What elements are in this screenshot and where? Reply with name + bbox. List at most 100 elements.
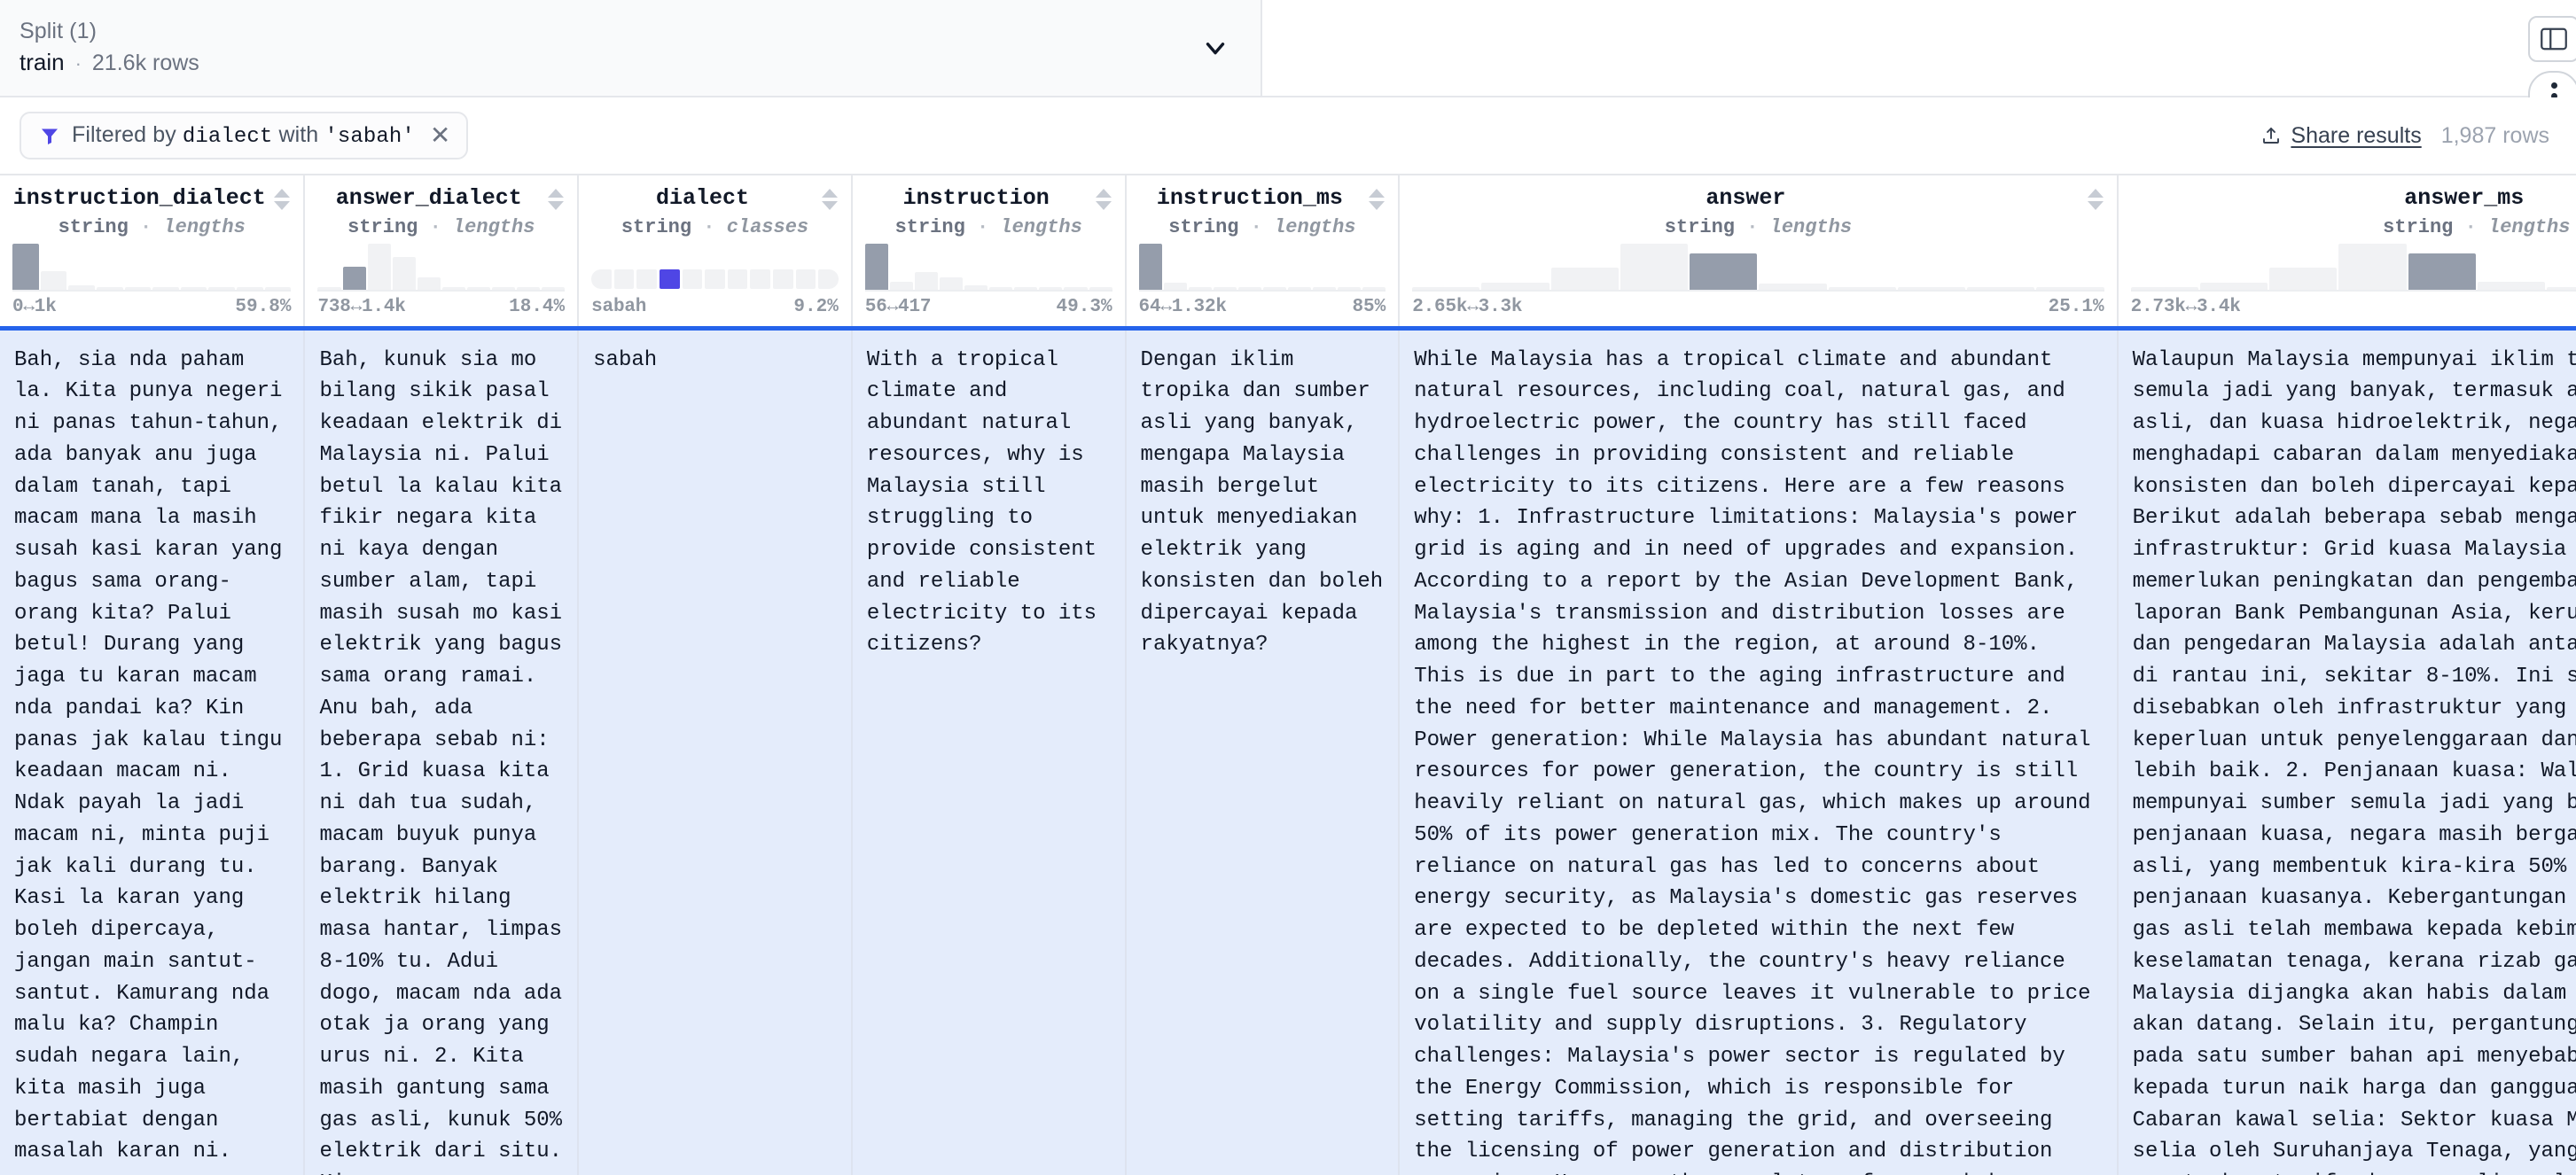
histogram-bar [1550,267,1619,290]
histogram-bar [208,286,236,290]
histogram-bar [1313,286,1337,290]
column-type: string · classes [621,216,809,238]
panel-toggle-icon[interactable] [2528,16,2576,62]
histogram-bar [40,270,67,290]
sort-toggle-icon[interactable] [1095,186,1112,213]
filter-field: dialect [182,125,273,149]
column-stat-footer: 64↔1.32k 85% [1139,297,1386,317]
histogram-bar [864,243,888,290]
column-header-instruction[interactable]: instruction string · lengths 56↔417 49.3% [851,175,1127,330]
column-stat-pct: 85% [1352,296,1386,317]
split-separator: · [74,52,82,75]
column-header-top: answer_dialect [317,186,565,213]
histogram-bar [1237,286,1261,290]
histogram-bar [1481,282,1550,290]
cell-dialect[interactable]: sabah [578,325,853,1175]
column-type: string · lengths [347,216,535,238]
dataset-table-container[interactable]: instruction_dialectstring · lengths 0↔1k 5… [0,174,2576,1175]
class-segment [773,268,793,289]
histogram-bar [1089,286,1112,290]
sort-toggle-icon[interactable] [1368,186,1386,213]
split-label: Split (1) [20,18,98,43]
share-results-label: Share results [2291,122,2422,148]
histogram-bar [1138,243,1162,290]
class-segment [818,268,839,289]
column-header-inner: answer string · lengths 2.65k↔3.3k 25.1% [1412,186,2104,317]
class-segment [659,268,680,289]
histogram-bar [317,286,341,290]
column-header-top: dialect [591,186,839,213]
column-stat-footer: 0↔1k 59.8% [12,297,291,317]
results-actions: Share results 1,987 rows [2260,123,2549,149]
histogram-bar [2547,286,2576,290]
column-header-inner: answer_dialectstring · lengths 738↔1.4k 18… [317,186,566,317]
column-stat-kind: lengths [1000,216,1082,238]
histogram-bar [1412,286,1480,290]
column-histogram [12,242,292,292]
column-stat-range: 56↔417 [864,296,932,317]
table-row[interactable]: Bah, sia nda paham la. Kita punya negeri… [0,325,2576,1175]
filter-value: 'sabah' [324,125,415,149]
cell-answer_ms[interactable]: Walaupun Malaysia mempunyai iklim tropik… [2117,325,2576,1175]
column-header-dialect[interactable]: dialect string · classes sabah 9.2% [578,175,853,330]
dataset-table: instruction_dialectstring · lengths 0↔1k 5… [0,175,2576,1175]
share-results-button[interactable]: Share results [2260,122,2422,149]
chevron-down-icon[interactable] [1200,33,1230,63]
column-type: string · lengths [2383,216,2571,238]
histogram-bar [1759,283,1827,290]
column-stat-footer: 2.73k↔3.4k25.5% [2131,297,2576,317]
column-name: instruction_dialect [12,186,266,211]
histogram-bar [12,243,39,290]
cell-answer_dialect[interactable]: Bah, kunuk sia mo bilang sikik pasal kea… [304,325,580,1175]
cell-answer[interactable]: While Malaysia has a tropical climate an… [1399,325,2119,1175]
sort-toggle-icon[interactable] [2087,186,2104,213]
column-header-top: answer [1412,186,2104,213]
histogram-bar [889,281,913,290]
column-stat-footer: 738↔1.4k 18.4% [317,297,565,317]
column-stat-range: 2.65k↔3.3k [1412,296,1523,317]
sort-toggle-icon[interactable] [273,186,291,213]
cell-instruction[interactable]: With a tropical climate and abundant nat… [851,325,1127,1175]
column-dtype: string [894,216,965,238]
active-filter-chip[interactable]: Filtered by dialect with 'sabah' ✕ [20,112,469,160]
histogram-bar [152,286,179,290]
histogram-bar [417,276,441,290]
column-header-answer_ms[interactable]: answer_msstring · lengths 2.73k↔3.4k25.5% [2117,175,2576,330]
histogram-bar [96,286,123,290]
column-stat-range: 2.73k↔3.4k [2130,296,2241,317]
column-header-instruction_dialect[interactable]: instruction_dialect string · lengths 0↔1k 5… [0,175,306,330]
column-stat-pct: 9.2% [793,296,839,317]
class-segment [682,268,703,289]
column-name: answer [1706,186,1786,211]
column-histogram [317,242,566,292]
table-header-row: instruction_dialectstring · lengths 0↔1k 5… [0,175,2576,330]
cell-instruction_ms[interactable]: Dengan iklim tropika dan sumber asli yan… [1125,325,1401,1175]
histogram-bar [1967,286,2035,290]
histogram-bar [466,286,490,290]
split-selector[interactable]: Split (1) train · 21.6k rows [0,0,1262,96]
column-header-top: instruction_dialect [12,186,291,213]
column-header-instruction_ms[interactable]: instruction_ms string · lengths 64↔1.32k 85… [1125,175,1401,330]
column-header-inner: instruction_dialect string · lengths 0↔1k 5… [12,186,292,317]
histogram-bar [68,284,95,290]
cell-instruction_dialect[interactable]: Bah, sia nda paham la. Kita punya negeri… [0,325,306,1175]
column-name: dialect [655,186,749,211]
sort-toggle-icon[interactable] [547,186,565,213]
histogram-bar [989,286,1013,290]
histogram-bar [1288,286,1312,290]
sort-toggle-icon[interactable] [821,186,839,213]
column-header-answer[interactable]: answer string · lengths 2.65k↔3.3k 25.1% [1399,175,2119,330]
column-header-answer_dialect[interactable]: answer_dialectstring · lengths 738↔1.4k 18… [304,175,580,330]
class-segment [795,268,816,289]
histogram-bar [915,271,939,290]
split-selector-text: Split (1) train · 21.6k rows [20,19,1200,77]
histogram-bar [392,256,416,290]
table-body: Bah, sia nda paham la. Kita punya negeri… [0,325,2576,1175]
column-header-top: instruction [865,186,1112,213]
column-type: string · lengths [1168,216,1356,238]
histogram-bar [1163,282,1187,290]
upload-icon [2260,125,2282,146]
histogram-bar [491,286,516,290]
column-dtype: string [58,216,129,238]
close-icon[interactable]: ✕ [430,123,450,148]
